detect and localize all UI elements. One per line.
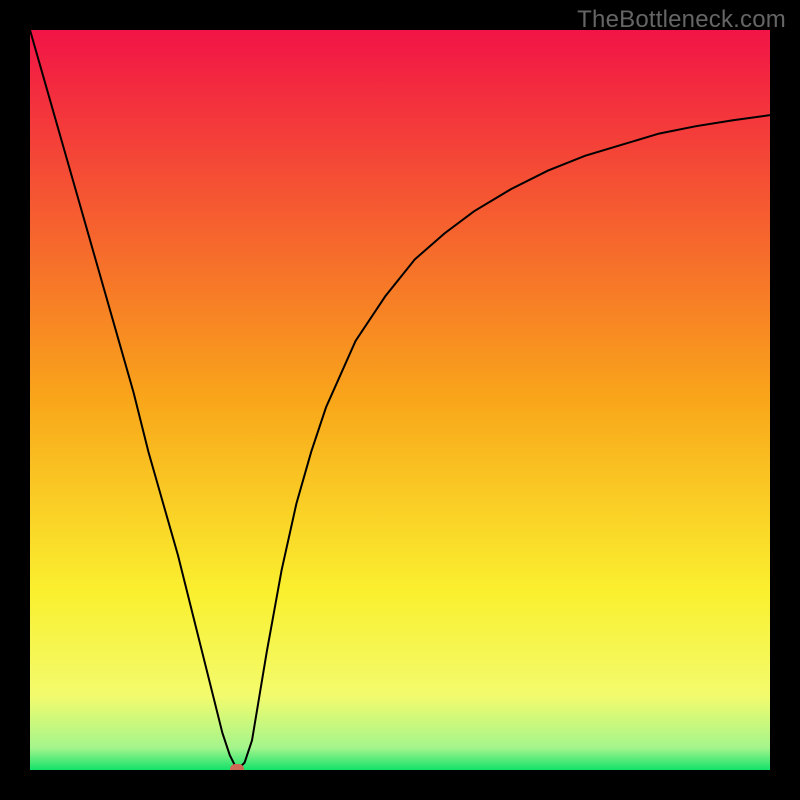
chart-frame: TheBottleneck.com (0, 0, 800, 800)
minimum-marker (230, 764, 244, 770)
watermark-text: TheBottleneck.com (577, 6, 786, 34)
gradient-background (30, 30, 770, 770)
plot-area (30, 30, 770, 770)
